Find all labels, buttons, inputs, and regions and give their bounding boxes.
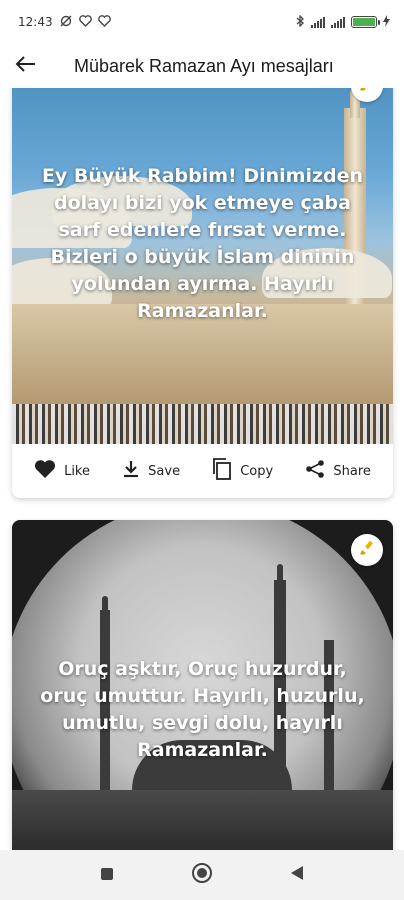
message-card: Ey Büyük Rabbim! Dinimizden dolayı bizi …	[12, 88, 393, 498]
arrow-left-icon	[15, 55, 37, 77]
download-icon	[122, 459, 140, 483]
like-button[interactable]: Like	[34, 459, 90, 483]
share-icon	[305, 459, 325, 483]
app-bar: Mübarek Ramazan Ayı mesajları	[0, 44, 404, 88]
paint-brush-icon	[359, 540, 375, 560]
page-title: Mübarek Ramazan Ayı mesajları	[74, 55, 334, 76]
heart-icon	[78, 14, 92, 30]
paint-brush-icon	[359, 88, 375, 96]
home-circle-icon	[191, 862, 213, 888]
status-bar: 12:43	[0, 0, 404, 44]
bluetooth-icon	[296, 13, 305, 30]
copy-label: Copy	[240, 463, 274, 479]
charging-icon	[383, 14, 390, 30]
signal-icon	[311, 16, 325, 28]
share-label: Share	[333, 463, 371, 479]
heart-icon	[34, 459, 56, 483]
message-card: Oruç aşktır, Oruç huzurdur, oruç umuttur…	[12, 520, 393, 850]
card-image[interactable]: Oruç aşktır, Oruç huzurdur, oruç umuttur…	[12, 520, 393, 850]
card-image[interactable]: Ey Büyük Rabbim! Dinimizden dolayı bizi …	[12, 88, 393, 444]
copy-button[interactable]: Copy	[212, 458, 273, 484]
signal-icon	[331, 16, 345, 28]
like-label: Like	[64, 463, 90, 479]
copy-icon	[212, 458, 232, 484]
system-back-button[interactable]	[277, 855, 317, 895]
save-label: Save	[148, 463, 181, 479]
status-time: 12:43	[18, 15, 53, 29]
message-text: Oruç aşktır, Oruç huzurdur, oruç umuttur…	[40, 658, 365, 761]
home-button[interactable]	[182, 855, 222, 895]
no-disturb-icon	[59, 15, 73, 30]
battery-icon	[351, 16, 380, 28]
back-triangle-icon	[290, 865, 304, 885]
battery-fill	[353, 18, 375, 26]
share-button[interactable]: Share	[305, 459, 371, 483]
card-actions: Like Save Copy Share	[12, 444, 393, 498]
message-feed[interactable]: Ey Büyük Rabbim! Dinimizden dolayı bizi …	[0, 88, 404, 850]
recents-button[interactable]	[87, 855, 127, 895]
system-nav-bar	[0, 850, 404, 900]
back-button[interactable]	[0, 44, 52, 88]
message-text: Ey Büyük Rabbim! Dinimizden dolayı bizi …	[41, 165, 364, 322]
theme-button[interactable]	[351, 534, 383, 566]
heart-icon	[97, 14, 111, 30]
save-button[interactable]: Save	[122, 459, 180, 483]
square-icon	[100, 866, 114, 885]
